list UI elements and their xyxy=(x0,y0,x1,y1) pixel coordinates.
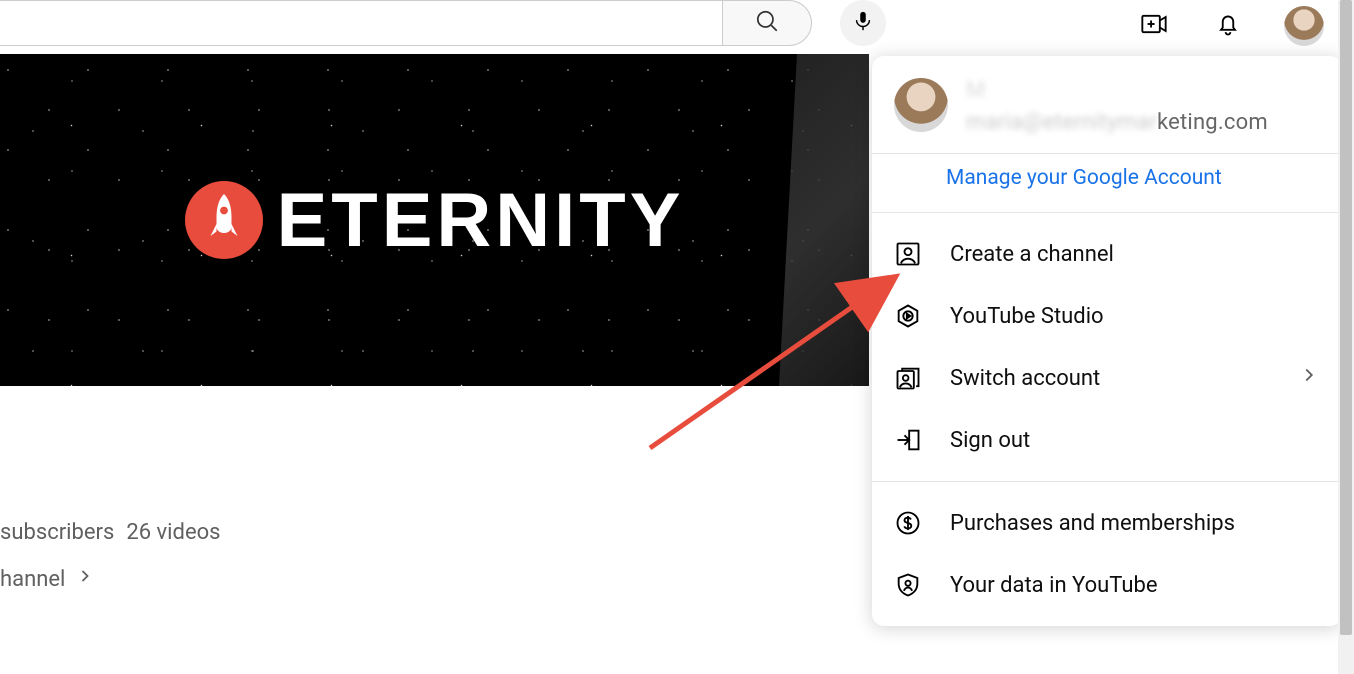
channel-banner: ETERNITY xyxy=(0,54,869,386)
chevron-right-icon xyxy=(75,566,95,592)
page-scrollbar[interactable] xyxy=(1338,0,1354,674)
menu-item-purchases[interactable]: Purchases and memberships xyxy=(872,492,1342,554)
search-icon xyxy=(754,8,780,38)
menu-item-label: Sign out xyxy=(950,428,1320,453)
studio-icon xyxy=(894,302,922,330)
banner-decoration xyxy=(779,54,869,386)
menu-item-label: Create a channel xyxy=(950,242,1320,267)
account-menu-header: M maria@eternitymarketing.com xyxy=(872,56,1342,154)
rocket-icon xyxy=(206,194,242,246)
account-avatar xyxy=(894,78,948,132)
menu-item-label: Purchases and memberships xyxy=(950,511,1320,536)
account-email: maria@eternitymarketing.com xyxy=(966,110,1320,135)
data-shield-icon xyxy=(894,571,922,599)
switch-account-icon xyxy=(894,364,922,392)
account-avatar-button[interactable] xyxy=(1284,6,1324,46)
top-bar xyxy=(0,0,1354,56)
search-container xyxy=(0,0,812,46)
create-button[interactable] xyxy=(1136,8,1172,44)
menu-item-label: Switch account xyxy=(950,366,1270,391)
channel-about-link[interactable]: hannel xyxy=(0,566,95,592)
sign-out-icon xyxy=(894,426,922,454)
search-input[interactable] xyxy=(0,0,722,46)
menu-item-label: Your data in YouTube xyxy=(950,573,1320,598)
brand: ETERNITY xyxy=(185,177,685,264)
brand-name: ETERNITY xyxy=(277,177,685,264)
search-button[interactable] xyxy=(722,0,812,46)
menu-item-create-channel[interactable]: Create a channel xyxy=(872,223,1342,285)
topbar-right xyxy=(1136,6,1324,46)
notifications-button[interactable] xyxy=(1210,8,1246,44)
create-video-icon xyxy=(1140,10,1168,42)
bell-icon xyxy=(1214,10,1242,42)
menu-item-youtube-studio[interactable]: YouTube Studio xyxy=(872,285,1342,347)
menu-item-sign-out[interactable]: Sign out xyxy=(872,409,1342,471)
account-menu-section-2: Purchases and memberships Your data in Y… xyxy=(872,482,1342,626)
account-menu-section-1: Create a channel YouTube Studio xyxy=(872,213,1342,482)
dollar-circle-icon xyxy=(894,509,922,537)
channel-meta: subscribers 26 videos xyxy=(0,520,221,545)
subscribers-text: subscribers xyxy=(0,520,114,545)
channel-link-text: hannel xyxy=(0,567,65,592)
menu-item-label: YouTube Studio xyxy=(950,304,1320,329)
person-box-icon xyxy=(894,240,922,268)
account-name: M xyxy=(966,78,1320,104)
brand-logo xyxy=(185,181,263,259)
account-menu: M maria@eternitymarketing.com Manage you… xyxy=(872,56,1342,626)
videos-count: 26 videos xyxy=(126,520,220,545)
scrollbar-thumb[interactable] xyxy=(1340,0,1352,635)
manage-google-account-link[interactable]: Manage your Google Account xyxy=(872,154,1342,192)
voice-search-button[interactable] xyxy=(840,0,886,46)
menu-item-switch-account[interactable]: Switch account xyxy=(872,347,1342,409)
microphone-icon xyxy=(852,10,874,36)
chevron-right-icon xyxy=(1298,364,1320,392)
menu-item-your-data[interactable]: Your data in YouTube xyxy=(872,554,1342,616)
